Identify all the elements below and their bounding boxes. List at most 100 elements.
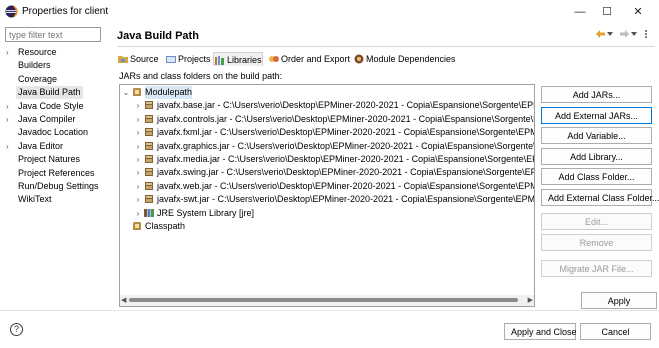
tab-label: Libraries	[227, 55, 262, 65]
maximize-button[interactable]: ☐	[595, 3, 619, 21]
library-icon	[133, 222, 141, 230]
expand-chevron-icon[interactable]: ›	[6, 46, 14, 59]
edit-button[interactable]: Edit...	[541, 213, 652, 230]
jar-entry-label: javafx.fxml.jar - C:\Users\verio\Desktop…	[157, 127, 535, 138]
apply-and-close-button[interactable]: Apply and Close	[504, 323, 577, 340]
nav-item[interactable]: Builders	[0, 59, 110, 72]
jar-entry-label: javafx.graphics.jar - C:\Users\verio\Des…	[157, 140, 535, 151]
modulepath-label: Modulepath	[145, 86, 193, 99]
tab-projects[interactable]: Projects	[165, 52, 211, 66]
jar-entry[interactable]: › javafx.fxml.jar - C:\Users\verio\Deskto…	[120, 126, 535, 139]
jre-library-icon	[144, 208, 154, 217]
page-title: Java Build Path	[117, 30, 199, 42]
nav-item-label: Java Code Style	[18, 100, 84, 111]
add-external-class-folder-button[interactable]: Add External Class Folder...	[541, 189, 659, 206]
expand-chevron-icon[interactable]: ›	[134, 113, 142, 126]
expand-chevron-icon[interactable]: ›	[6, 100, 14, 113]
jar-entry[interactable]: › javafx.controls.jar - C:\Users\verio\De…	[120, 113, 535, 126]
nav-item[interactable]: Java Build Path	[0, 86, 110, 100]
add-jars-button[interactable]: Add JARs...	[541, 86, 652, 103]
jar-entry[interactable]: › javafx.web.jar - C:\Users\verio\Desktop…	[120, 180, 534, 193]
expand-chevron-icon[interactable]: ›	[134, 99, 142, 112]
collapse-chevron-icon[interactable]: ⌄	[122, 86, 130, 99]
jar-icon	[145, 168, 153, 177]
jar-icon	[145, 128, 153, 137]
filter-input[interactable]	[5, 27, 101, 42]
library-tree[interactable]: ◀ ▶ ⌄ Modulepath › javafx.base.jar - C:\Use…	[119, 84, 535, 307]
expand-chevron-icon[interactable]: ›	[134, 193, 142, 206]
nav-item-label: Resource	[18, 47, 57, 57]
nav-item[interactable]: › Resource	[0, 46, 110, 59]
jar-entry[interactable]: › javafx-swt.jar - C:\Users\verio\Desktop…	[120, 193, 534, 206]
nav-item[interactable]: › Java Compiler	[0, 113, 110, 126]
scroll-left-icon[interactable]: ◀	[121, 295, 126, 306]
jar-icon	[145, 114, 153, 123]
nav-item-label: Javadoc Location	[18, 127, 89, 138]
nav-item[interactable]: Javadoc Location	[0, 126, 110, 139]
nav-item[interactable]: › Java Editor	[0, 140, 110, 153]
cancel-button[interactable]: Cancel	[580, 323, 651, 340]
jar-icon	[145, 141, 153, 150]
expand-chevron-icon[interactable]: ›	[6, 140, 14, 153]
close-button[interactable]: ✕	[626, 3, 650, 21]
add-variable-button[interactable]: Add Variable...	[541, 127, 652, 144]
nav-item[interactable]: › Java Code Style	[0, 100, 110, 113]
jar-entry[interactable]: › javafx.base.jar - C:\Users\verio\Deskto…	[120, 99, 534, 112]
nav-item-label: Java Build Path	[16, 86, 83, 100]
preference-nav: › Resource Builders Coverage Java Build Path…	[0, 24, 110, 310]
nav-item[interactable]: Run/Debug Settings	[0, 180, 110, 193]
expand-chevron-icon[interactable]: ›	[134, 153, 142, 166]
expand-chevron-icon[interactable]: ›	[134, 207, 142, 220]
jre-library-entry[interactable]: › JRE System Library [jre]	[120, 207, 534, 220]
help-icon[interactable]: ?	[10, 323, 23, 336]
nav-item-label: Project Natures	[18, 154, 81, 165]
nav-item[interactable]: Coverage	[0, 73, 110, 86]
classpath-node[interactable]: Classpath	[120, 220, 534, 233]
view-menu-icon[interactable]	[641, 29, 651, 39]
nav-item[interactable]: Project Natures	[0, 153, 110, 166]
expand-chevron-icon[interactable]: ›	[134, 140, 142, 153]
tab-bar: Source Projects Libraries Order and Expo…	[117, 52, 537, 66]
add-class-folder-button[interactable]: Add Class Folder...	[541, 168, 652, 185]
jar-entry[interactable]: › javafx.media.jar - C:\Users\verio\Deskt…	[120, 153, 535, 166]
scroll-right-icon[interactable]: ▶	[528, 295, 533, 306]
remove-button[interactable]: Remove	[541, 234, 652, 251]
jar-entry-label: javafx.controls.jar - C:\Users\verio\Des…	[157, 113, 535, 124]
expand-chevron-icon[interactable]: ›	[134, 166, 142, 179]
nav-item-label: Java Editor	[18, 140, 64, 151]
classpath-label: Classpath	[145, 221, 186, 231]
forward-dropdown-icon[interactable]	[631, 31, 637, 37]
tab-order-export[interactable]: Order and Export	[268, 52, 350, 66]
jar-entry-label: javafx.media.jar - C:\Users\verio\Deskto…	[157, 154, 535, 164]
horizontal-scrollbar[interactable]: ◀ ▶	[120, 295, 534, 306]
add-external-jars-button[interactable]: Add External JARs...	[541, 107, 652, 124]
jar-entry[interactable]: › javafx.swing.jar - C:\Users\verio\Deskt…	[120, 166, 535, 179]
nav-item-label: Java Compiler	[18, 114, 76, 124]
modulepath-node[interactable]: ⌄ Modulepath	[120, 86, 534, 99]
forward-arrow-icon[interactable]	[619, 29, 630, 39]
jar-entry[interactable]: › javafx.graphics.jar - C:\Users\verio\De…	[120, 140, 535, 153]
tab-label: Module Dependencies	[366, 54, 456, 64]
tab-libraries[interactable]: Libraries	[213, 52, 263, 66]
expand-chevron-icon[interactable]: ›	[134, 126, 142, 139]
nav-item[interactable]: Project References	[0, 167, 110, 180]
tab-module-dependencies[interactable]: Module Dependencies	[353, 52, 456, 66]
scroll-thumb[interactable]	[129, 298, 518, 302]
tab-label: Source	[130, 54, 159, 64]
apply-button[interactable]: Apply	[581, 292, 657, 309]
back-dropdown-icon[interactable]	[607, 31, 613, 37]
tab-label: Order and Export	[281, 54, 351, 64]
title-bar: Properties for client — ☐ ✕	[0, 0, 659, 24]
expand-chevron-icon[interactable]: ›	[134, 180, 142, 193]
add-library-button[interactable]: Add Library...	[541, 148, 652, 165]
nav-item-label: Project References	[18, 167, 95, 178]
tab-source[interactable]: Source	[117, 52, 159, 66]
dialog-footer: ? Apply and Close Cancel	[0, 310, 659, 348]
jar-icon	[145, 101, 153, 110]
back-arrow-icon[interactable]	[595, 29, 606, 39]
expand-chevron-icon[interactable]: ›	[6, 113, 14, 126]
minimize-button[interactable]: —	[568, 3, 592, 21]
jar-entry-label: javafx.swing.jar - C:\Users\verio\Deskto…	[157, 167, 535, 178]
migrate-jar-file-button[interactable]: Migrate JAR File...	[541, 260, 652, 277]
nav-item[interactable]: WikiText	[0, 193, 110, 206]
